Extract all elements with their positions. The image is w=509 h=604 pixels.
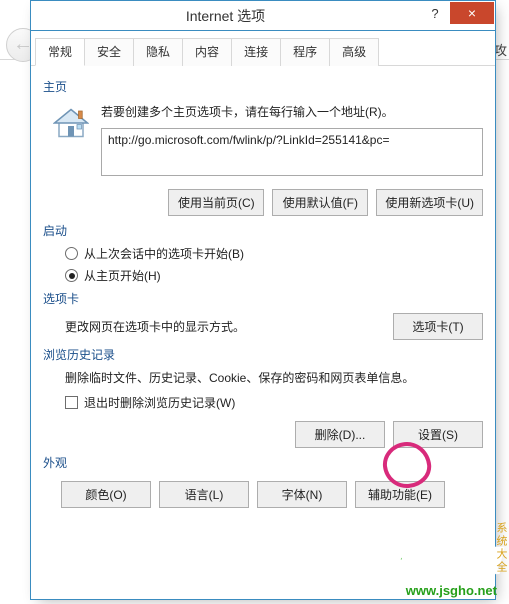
watermark-text: 技术员联盟 <box>356 540 501 580</box>
tabs-description: 更改网页在选项卡中的显示方式。 <box>65 318 383 335</box>
settings-button[interactable]: 设置(S) <box>393 421 483 448</box>
internet-options-dialog: Internet 选项 ? × 常规 安全 隐私 内容 连接 程序 高级 主页 <box>30 0 496 600</box>
tab-general[interactable]: 常规 <box>35 38 85 66</box>
window-title: Internet 选项 <box>31 1 420 30</box>
radio-start-home[interactable] <box>65 269 78 282</box>
section-history-title: 浏览历史记录 <box>43 346 483 363</box>
section-tabs-title: 选项卡 <box>43 290 483 307</box>
accessibility-button[interactable]: 辅助功能(E) <box>355 481 445 508</box>
language-button[interactable]: 语言(L) <box>159 481 249 508</box>
checkbox-delete-on-exit-label: 退出时删除浏览历史记录(W) <box>84 394 235 411</box>
section-appearance-title: 外观 <box>43 454 483 471</box>
radio-start-home-label: 从主页开始(H) <box>84 267 161 284</box>
homepage-url-input[interactable] <box>101 128 483 176</box>
tabs-button[interactable]: 选项卡(T) <box>393 313 483 340</box>
delete-button[interactable]: 删除(D)... <box>295 421 385 448</box>
checkbox-delete-on-exit[interactable] <box>65 396 78 409</box>
use-default-button[interactable]: 使用默认值(F) <box>272 189 368 216</box>
titlebar: Internet 选项 ? × <box>31 1 495 31</box>
tab-privacy[interactable]: 隐私 <box>133 38 183 66</box>
history-description: 删除临时文件、历史记录、Cookie、保存的密码和网页表单信息。 <box>65 369 483 386</box>
tab-advanced[interactable]: 高级 <box>329 38 379 66</box>
use-newtab-button[interactable]: 使用新选项卡(U) <box>376 189 483 216</box>
section-startup-title: 启动 <box>43 222 483 239</box>
tabstrip: 常规 安全 隐私 内容 连接 程序 高级 <box>31 31 495 66</box>
radio-start-last-label: 从上次会话中的选项卡开始(B) <box>84 245 244 262</box>
tab-content[interactable]: 内容 <box>182 38 232 66</box>
watermark-url: www.jsgho.net <box>406 583 497 598</box>
tab-security[interactable]: 安全 <box>84 38 134 66</box>
close-button[interactable]: × <box>450 2 494 24</box>
watermark-side: 系统大全 <box>493 522 509 574</box>
tab-programs[interactable]: 程序 <box>280 38 330 66</box>
home-description: 若要创建多个主页选项卡，请在每行输入一个地址(R)。 <box>101 103 483 120</box>
fonts-button[interactable]: 字体(N) <box>257 481 347 508</box>
home-icon <box>53 130 89 144</box>
help-button[interactable]: ? <box>420 2 450 24</box>
section-home-title: 主页 <box>43 78 483 95</box>
colors-button[interactable]: 颜色(O) <box>61 481 151 508</box>
use-current-button[interactable]: 使用当前页(C) <box>168 189 264 216</box>
dialog-content: 主页 若要创建多个主页选项卡，请在每行输入一个地址(R)。 <box>31 66 495 599</box>
radio-start-last[interactable] <box>65 247 78 260</box>
tab-connections[interactable]: 连接 <box>231 38 281 66</box>
